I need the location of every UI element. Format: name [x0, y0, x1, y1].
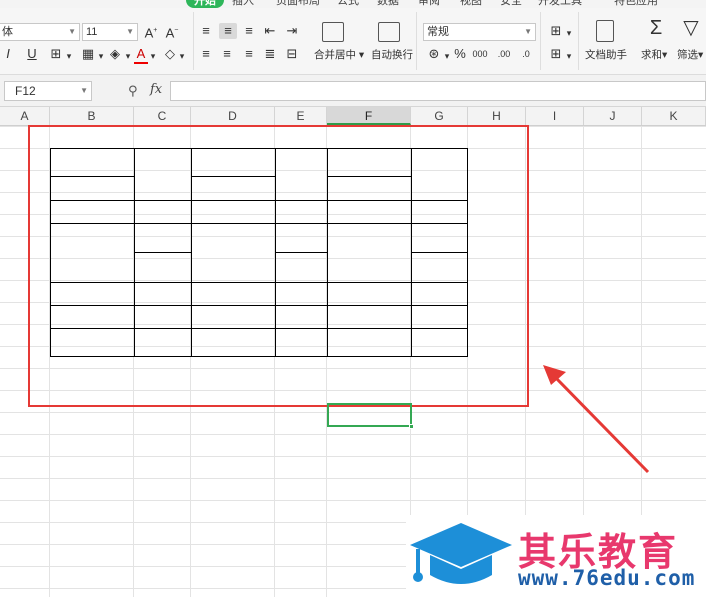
align-right-icon[interactable]: ≡	[241, 46, 257, 62]
increase-decimal-icon[interactable]: .00	[496, 46, 512, 62]
brand-url: www.76edu.com	[518, 566, 696, 590]
chevron-down-icon[interactable]: ▾	[65, 48, 73, 64]
filter-button[interactable]: 筛选▾	[677, 47, 703, 62]
ribbon-divider	[578, 12, 579, 70]
column-header-row: A B C D E F G H I J K	[0, 107, 706, 126]
sum-icon[interactable]: Σ	[645, 18, 667, 38]
selected-cell[interactable]	[327, 403, 414, 429]
column-header-c[interactable]: C	[134, 107, 191, 125]
tab-review[interactable]: 审阅	[418, 0, 440, 8]
number-format-select[interactable]: 常规 ▼	[423, 23, 536, 41]
column-header-a[interactable]: A	[0, 107, 50, 125]
tab-features[interactable]: 特色应用	[614, 0, 658, 8]
chevron-down-icon[interactable]: ▾	[565, 25, 573, 41]
align-middle-icon[interactable]: ≡	[219, 23, 237, 39]
wrap-text-button[interactable]: 自动换行	[371, 47, 413, 62]
column-header-e[interactable]: E	[275, 107, 327, 125]
eraser-icon[interactable]: ◇	[162, 46, 178, 62]
table-style-icon[interactable]: ⊞	[547, 46, 565, 62]
column-header-k[interactable]: K	[642, 107, 706, 125]
font-name-value: 体	[2, 26, 13, 38]
decrease-font-icon[interactable]: A−	[164, 23, 180, 41]
percent-icon[interactable]: %	[453, 46, 467, 62]
align-center-icon[interactable]: ≡	[219, 46, 235, 62]
borders-icon[interactable]: ⊞	[48, 46, 64, 62]
watermark-logo: 其乐教育 www.76edu.com	[406, 515, 706, 597]
currency-icon[interactable]: ⊛	[426, 46, 442, 62]
font-size-select[interactable]: 11 ▼	[82, 23, 138, 41]
ribbon-tab-strip: 开始 插入 页面布局 公式 数据 审阅 视图 安全 开发工具 特色应用	[0, 0, 706, 8]
sum-label: 求和	[641, 49, 662, 61]
chevron-down-icon[interactable]: ▾	[97, 48, 105, 64]
tab-developer[interactable]: 开发工具	[538, 0, 582, 8]
tab-security[interactable]: 安全	[500, 0, 522, 8]
ribbon-divider	[193, 12, 194, 70]
font-name-select[interactable]: 体 ▼	[0, 23, 80, 41]
merge-center-button[interactable]: 合并居中 ▾	[314, 47, 364, 62]
align-top-icon[interactable]: ≡	[198, 23, 214, 39]
merge-center-label: 合并居中	[314, 49, 356, 61]
highlight-rectangle	[28, 125, 529, 407]
chevron-down-icon[interactable]: ▾	[149, 48, 157, 64]
tab-insert[interactable]: 插入	[232, 0, 254, 8]
distributed-icon[interactable]: ⊟	[284, 46, 300, 62]
tab-view[interactable]: 视图	[460, 0, 482, 8]
cell-reference: F12	[15, 84, 36, 98]
ribbon-divider	[416, 12, 417, 70]
insert-function-button[interactable]: fx	[150, 82, 162, 97]
column-header-i[interactable]: I	[526, 107, 584, 125]
chevron-down-icon[interactable]: ▾	[443, 48, 451, 64]
column-header-g[interactable]: G	[411, 107, 468, 125]
filter-icon[interactable]: ▽	[680, 18, 702, 38]
ribbon-toolbar: 体 ▼ 11 ▼ A+ A− I U ⊞ ▾ ▦ ▾ ◈ ▾ A ▾ ◇ ▾ ≡…	[0, 8, 706, 75]
chevron-down-icon[interactable]: ▾	[178, 48, 186, 64]
decrease-decimal-icon[interactable]: .0	[518, 46, 534, 62]
chevron-down-icon: ▼	[126, 27, 134, 36]
thousands-separator-icon[interactable]: 000	[472, 46, 488, 62]
chevron-down-icon: ▼	[80, 86, 88, 95]
column-header-h[interactable]: H	[468, 107, 526, 125]
align-left-icon[interactable]: ≡	[198, 46, 214, 62]
chevron-down-icon: ▼	[68, 27, 76, 36]
doc-helper-button[interactable]: 文档助手	[585, 47, 627, 62]
ribbon-divider	[540, 12, 541, 70]
chevron-down-icon[interactable]: ▾	[565, 48, 573, 64]
doc-helper-icon[interactable]	[596, 20, 614, 42]
underline-icon[interactable]: U	[26, 46, 38, 62]
tab-formulas[interactable]: 公式	[337, 0, 359, 8]
chevron-down-icon: ▼	[524, 27, 532, 36]
cell-style-icon[interactable]: ▦	[80, 46, 96, 62]
tab-home[interactable]: 开始	[186, 0, 224, 8]
name-box[interactable]: F12 ▼	[4, 81, 92, 101]
chevron-down-icon[interactable]: ▾	[124, 48, 132, 64]
tab-data[interactable]: 数据	[377, 0, 399, 8]
sum-button[interactable]: 求和▾	[641, 47, 667, 62]
column-header-j[interactable]: J	[584, 107, 642, 125]
column-header-b[interactable]: B	[50, 107, 134, 125]
filter-label: 筛选	[677, 49, 698, 61]
column-header-d[interactable]: D	[191, 107, 275, 125]
wrap-text-icon[interactable]	[378, 22, 400, 42]
increase-font-icon[interactable]: A+	[143, 23, 159, 41]
tab-page-layout[interactable]: 页面布局	[276, 0, 320, 8]
fill-handle[interactable]	[409, 424, 414, 429]
font-size-value: 11	[86, 26, 98, 38]
fill-color-icon[interactable]: ◈	[107, 46, 123, 62]
align-bottom-icon[interactable]: ≡	[241, 23, 257, 39]
search-function-icon[interactable]: ⚲	[128, 83, 138, 99]
justify-icon[interactable]: ≣	[262, 46, 278, 62]
formula-bar: F12 ▼ ⚲ fx	[0, 75, 706, 107]
column-header-f[interactable]: F	[327, 107, 411, 125]
number-format-value: 常规	[427, 26, 449, 38]
merge-center-icon[interactable]	[322, 22, 344, 42]
graduation-cap-icon	[410, 523, 512, 584]
conditional-format-icon[interactable]: ⊞	[547, 23, 565, 39]
indent-increase-icon[interactable]: ⇥	[284, 23, 300, 39]
italic-icon[interactable]: I	[4, 46, 12, 62]
formula-input[interactable]	[170, 81, 706, 101]
indent-decrease-icon[interactable]: ⇤	[262, 23, 278, 39]
font-color-icon[interactable]: A	[134, 46, 148, 64]
